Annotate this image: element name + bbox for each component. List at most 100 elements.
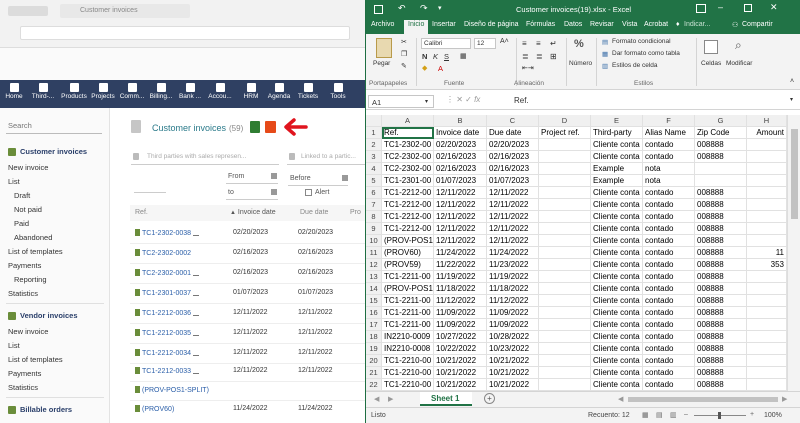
sheet-cell[interactable] [747, 223, 787, 235]
sheet-cell[interactable]: 01/07/2023 [434, 175, 487, 187]
sheet-cell[interactable]: 11/09/2022 [434, 307, 487, 319]
row-number[interactable]: 13 [366, 271, 382, 283]
sheet-cell[interactable]: Cliente conta [591, 319, 643, 331]
row-number[interactable]: 21 [366, 367, 382, 379]
sheet-cell[interactable]: nota [643, 175, 695, 187]
horizontal-scrollbar[interactable] [628, 397, 778, 402]
sheet-cell[interactable]: Cliente conta [591, 271, 643, 283]
collapse-ribbon-icon[interactable]: ˄ [790, 78, 794, 85]
sheet-cell[interactable]: Cliente conta [591, 283, 643, 295]
modify-button[interactable]: Modificar [726, 60, 752, 67]
col-ref[interactable]: Ref. [135, 209, 148, 216]
expand-formula-icon[interactable]: ▾ [790, 96, 793, 103]
redo-icon[interactable]: ↷ [420, 3, 428, 14]
nav-bank[interactable]: Bank ... [176, 80, 204, 108]
sheet-cell[interactable]: 008888 [695, 355, 747, 367]
sheet-cell[interactable]: contado [643, 343, 695, 355]
nav-projects[interactable]: Projects [89, 80, 117, 108]
sheet-cell[interactable] [539, 211, 591, 223]
sheet-cell[interactable]: 02/20/2023 [434, 139, 487, 151]
sheet-cell[interactable]: IN2210-0009 [382, 331, 434, 343]
sheet-cell[interactable]: contado [643, 247, 695, 259]
download-icon[interactable] [193, 270, 200, 276]
sheet-cell[interactable]: 12/11/2022 [487, 223, 539, 235]
sheet-cell[interactable]: Cliente conta [591, 151, 643, 163]
sheet-cell[interactable]: IN2210-0008 [382, 343, 434, 355]
sheet-cell[interactable]: Amount [747, 127, 787, 139]
table-row[interactable]: TC1-2212-0034 [135, 349, 200, 357]
row-number[interactable]: 22 [366, 379, 382, 391]
cell-styles-button[interactable]: Estilos de celda [612, 62, 658, 69]
row-number[interactable]: 4 [366, 163, 382, 175]
menu-payments[interactable]: Payments [8, 261, 41, 270]
align-middle-icon[interactable]: ≡ [536, 39, 541, 48]
sheet-nav-prev-icon[interactable]: ◀ [374, 395, 379, 403]
row-ref[interactable]: TC1-2212-0036 [142, 310, 191, 317]
sheet-cell[interactable]: Third-party [591, 127, 643, 139]
scroll-thumb[interactable] [791, 129, 798, 219]
sheet-cell[interactable]: 10/27/2022 [434, 331, 487, 343]
export-excel-icon[interactable] [250, 121, 260, 133]
zoom-slider[interactable] [694, 412, 746, 419]
column-header[interactable]: H [747, 115, 787, 127]
sheet-cell[interactable]: TC1-2302-00 [382, 139, 434, 151]
sheet-cell[interactable]: Cliente conta [591, 331, 643, 343]
menu-billable-orders[interactable]: Billable orders [20, 405, 72, 414]
sheet-cell[interactable]: 11/24/2022 [487, 247, 539, 259]
calendar-icon[interactable] [271, 173, 277, 179]
font-name-select[interactable]: Calibri [421, 38, 471, 49]
align-left-icon[interactable]: ≣ [522, 52, 529, 61]
filter-due-before[interactable] [288, 173, 348, 186]
select-all-corner[interactable] [366, 115, 382, 127]
sheet-cell[interactable]: Cliente conta [591, 223, 643, 235]
sheet-cell[interactable]: contado [643, 139, 695, 151]
menu-statistics[interactable]: Statistics [8, 289, 38, 298]
sheet-cell[interactable]: 008888 [695, 139, 747, 151]
sheet-cell[interactable]: 008888 [695, 259, 747, 271]
sheet-cell[interactable]: 11/24/2022 [434, 247, 487, 259]
grow-font-icon[interactable]: A˄ [500, 38, 509, 45]
sheet-cell[interactable]: Invoice date [434, 127, 487, 139]
column-header[interactable]: G [695, 115, 747, 127]
sheet-cell[interactable] [747, 307, 787, 319]
sheet-cell[interactable]: 11/23/2022 [487, 259, 539, 271]
sheet-cell[interactable] [747, 355, 787, 367]
align-center-icon[interactable]: ≣ [536, 52, 543, 61]
nav-third-parties[interactable]: Third-... [28, 80, 58, 108]
cut-icon[interactable]: ✂ [401, 38, 407, 46]
sheet-cell[interactable]: 02/16/2023 [434, 151, 487, 163]
fx-buttons[interactable]: ⋮ ✕ ✓ fx [446, 95, 480, 104]
sheet-cell[interactable]: Zip Code [695, 127, 747, 139]
sheet-cell[interactable]: 01/07/2023 [487, 175, 539, 187]
column-header[interactable]: E [591, 115, 643, 127]
menu-vendor-list-templates[interactable]: List of templates [8, 355, 63, 364]
font-size-select[interactable]: 12 [474, 38, 496, 49]
row-ref[interactable]: (PROV60) [142, 406, 174, 413]
sheet-cell[interactable]: Cliente conta [591, 355, 643, 367]
sheet-cell[interactable]: 10/21/2022 [434, 367, 487, 379]
sheet-cell[interactable]: 008888 [695, 247, 747, 259]
filter-ref-input[interactable] [134, 180, 166, 193]
sheet-cell[interactable]: Cliente conta [591, 295, 643, 307]
nav-tickets[interactable]: Tickets [295, 80, 321, 108]
hscroll-left-icon[interactable]: ◀ [618, 395, 623, 403]
sheet-cell[interactable]: 11/22/2022 [434, 259, 487, 271]
sheet-cell[interactable] [747, 319, 787, 331]
tab-revisar[interactable]: Revisar [590, 21, 614, 28]
sheet-cell[interactable]: TC1-2211-00 [382, 307, 434, 319]
sheet-cell[interactable] [539, 355, 591, 367]
row-ref[interactable]: TC1-2212-0035 [142, 330, 191, 337]
menu-new-invoice[interactable]: New invoice [8, 163, 48, 172]
row-number[interactable]: 9 [366, 223, 382, 235]
sheet-cell[interactable] [539, 283, 591, 295]
sheet-cell[interactable]: 10/22/2022 [434, 343, 487, 355]
sheet-cell[interactable]: contado [643, 259, 695, 271]
sheet-cell[interactable]: 008888 [695, 343, 747, 355]
sheet-cell[interactable]: 12/11/2022 [434, 187, 487, 199]
row-number[interactable]: 1 [366, 127, 382, 139]
row-number[interactable]: 2 [366, 139, 382, 151]
sheet-cell[interactable] [539, 187, 591, 199]
sheet-cell[interactable]: contado [643, 187, 695, 199]
download-icon[interactable] [193, 368, 200, 374]
sheet-cell[interactable]: 008888 [695, 151, 747, 163]
